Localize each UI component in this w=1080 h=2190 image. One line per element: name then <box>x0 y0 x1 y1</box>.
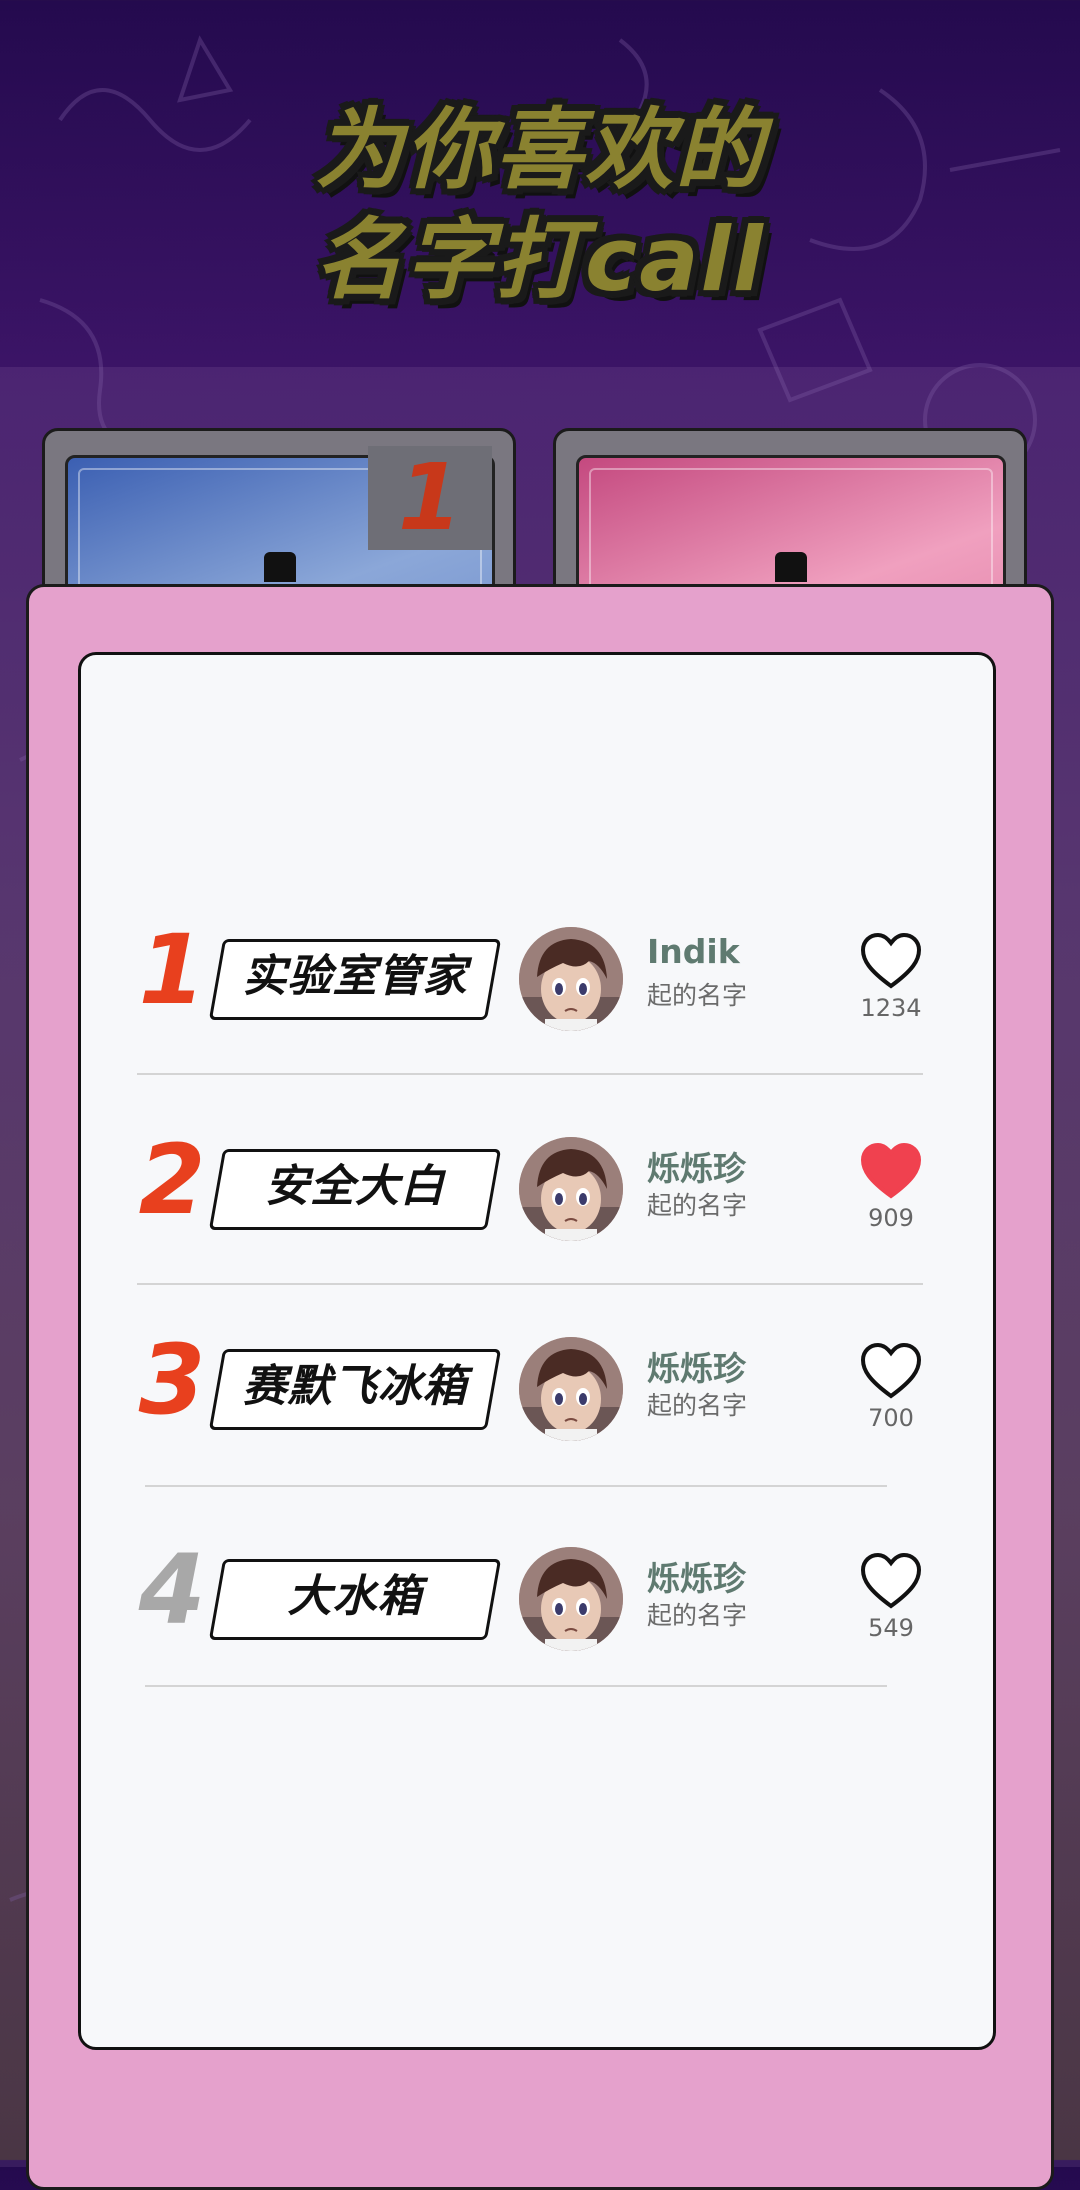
claw-icon <box>264 552 296 582</box>
avatar[interactable] <box>519 1137 623 1241</box>
ranking-row: 3 赛默飞冰箱 烁烁珍 起的名字 700 <box>81 1320 993 1490</box>
rank-number: 2 <box>138 1124 206 1236</box>
machine-rank-badge: 1 <box>368 446 492 550</box>
claw-icon <box>775 552 807 582</box>
heart-icon[interactable] <box>859 1552 923 1610</box>
author-subtitle: 起的名字 <box>647 1391 748 1420</box>
name-label: 安全大白 <box>265 1161 445 1212</box>
divider <box>137 1073 923 1075</box>
name-label: 实验室管家 <box>242 951 468 1002</box>
avatar[interactable] <box>519 1337 623 1441</box>
author-subtitle: 起的名字 <box>647 981 748 1010</box>
author-name: 烁烁珍 <box>647 1559 746 1598</box>
rank-number: 3 <box>138 1324 206 1436</box>
vote-count: 909 <box>868 1204 914 1232</box>
heart-icon[interactable] <box>859 932 923 990</box>
avatar[interactable] <box>519 927 623 1031</box>
ranking-card: 1 实验室管家 Indik 起的名字 1234 2 安全大白 烁烁珍 起的名字 … <box>78 652 996 2050</box>
vote-count: 1234 <box>860 994 922 1022</box>
avatar[interactable] <box>519 1547 623 1651</box>
vote-count: 700 <box>868 1404 914 1432</box>
vote-count: 549 <box>868 1614 914 1642</box>
author-subtitle: 起的名字 <box>647 1601 748 1630</box>
author-name: Indik <box>647 932 740 971</box>
title-line-2: 名字打call <box>315 208 765 311</box>
ranking-row: 1 实验室管家 Indik 起的名字 1234 <box>81 910 993 1080</box>
rank-number: 4 <box>138 1534 206 1646</box>
ranking-row: 4 大水箱 烁烁珍 起的名字 549 <box>81 1530 993 1700</box>
name-label: 大水箱 <box>287 1571 423 1622</box>
name-label: 赛默飞冰箱 <box>242 1361 468 1412</box>
heart-icon[interactable] <box>859 1142 923 1200</box>
author-name: 烁烁珍 <box>647 1349 746 1388</box>
divider <box>145 1685 887 1687</box>
rank-number: 1 <box>138 914 206 1026</box>
author-name: 烁烁珍 <box>647 1149 746 1188</box>
divider <box>145 1485 887 1487</box>
ranking-row: 2 安全大白 烁烁珍 起的名字 909 <box>81 1120 993 1290</box>
author-subtitle: 起的名字 <box>647 1191 748 1220</box>
divider <box>137 1283 923 1285</box>
page-title: 为你喜欢的 名字打call <box>0 95 1080 315</box>
title-line-1: 为你喜欢的 <box>314 98 765 201</box>
heart-icon[interactable] <box>859 1342 923 1400</box>
